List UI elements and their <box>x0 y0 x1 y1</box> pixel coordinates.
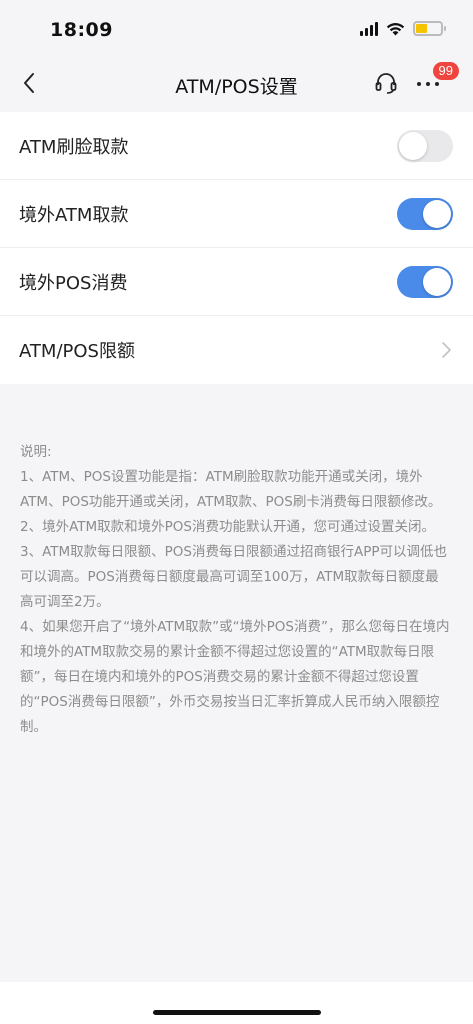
more-menu-button[interactable]: 99 <box>411 62 459 98</box>
setting-label: ATM/POS限额 <box>19 341 135 362</box>
status-time: 18:09 <box>50 19 113 41</box>
headset-icon <box>375 73 397 94</box>
setting-overseas-atm-withdrawal[interactable]: 境外ATM取款 <box>0 180 473 248</box>
nav-bar: ATM/POS设置 99 <box>0 58 473 110</box>
atm-face-withdrawal-toggle[interactable] <box>397 129 453 162</box>
overseas-pos-spending-toggle[interactable] <box>397 265 453 298</box>
setting-label: ATM刷脸取款 <box>19 136 129 158</box>
notes-item: 3、ATM取款每日限额、POS消费每日限额通过招商银行APP可以调低也可以调高。… <box>20 544 448 610</box>
notes-item: 1、ATM、POS设置功能是指：ATM刷脸取款功能开通或关闭，境外ATM、POS… <box>20 469 442 510</box>
instructions-notes: 说明: 1、ATM、POS设置功能是指：ATM刷脸取款功能开通或关闭，境外ATM… <box>0 384 473 740</box>
status-bar: 18:09 <box>0 0 473 58</box>
chevron-right-icon <box>442 342 451 358</box>
setting-label: 境外ATM取款 <box>19 204 129 226</box>
page-title: ATM/POS设置 <box>175 76 298 98</box>
setting-label: 境外POS消费 <box>19 272 128 294</box>
setting-atm-face-withdrawal[interactable]: ATM刷脸取款 <box>0 112 473 180</box>
battery-icon <box>413 21 446 36</box>
wifi-icon <box>386 22 405 36</box>
more-dots-icon <box>417 82 439 86</box>
setting-atm-pos-limits[interactable]: ATM/POS限额 <box>0 316 473 384</box>
notes-item: 4、如果您开启了“境外ATM取款”或“境外POS消费”，那么您每日在境内和境外的… <box>20 619 450 735</box>
customer-service-button[interactable] <box>373 70 399 96</box>
cellular-signal-icon <box>360 21 378 36</box>
overseas-atm-withdrawal-toggle[interactable] <box>397 197 453 230</box>
home-indicator[interactable] <box>152 1010 321 1015</box>
setting-overseas-pos-spending[interactable]: 境外POS消费 <box>0 248 473 316</box>
notes-item: 2、境外ATM取款和境外POS消费功能默认开通，您可通过设置关闭。 <box>20 519 436 535</box>
notes-heading: 说明: <box>20 444 52 460</box>
notification-badge: 99 <box>432 62 459 80</box>
status-icons <box>360 21 446 36</box>
settings-list: ATM刷脸取款 境外ATM取款 境外POS消费 ATM/POS限额 <box>0 112 473 384</box>
bottom-bar <box>0 982 473 1024</box>
